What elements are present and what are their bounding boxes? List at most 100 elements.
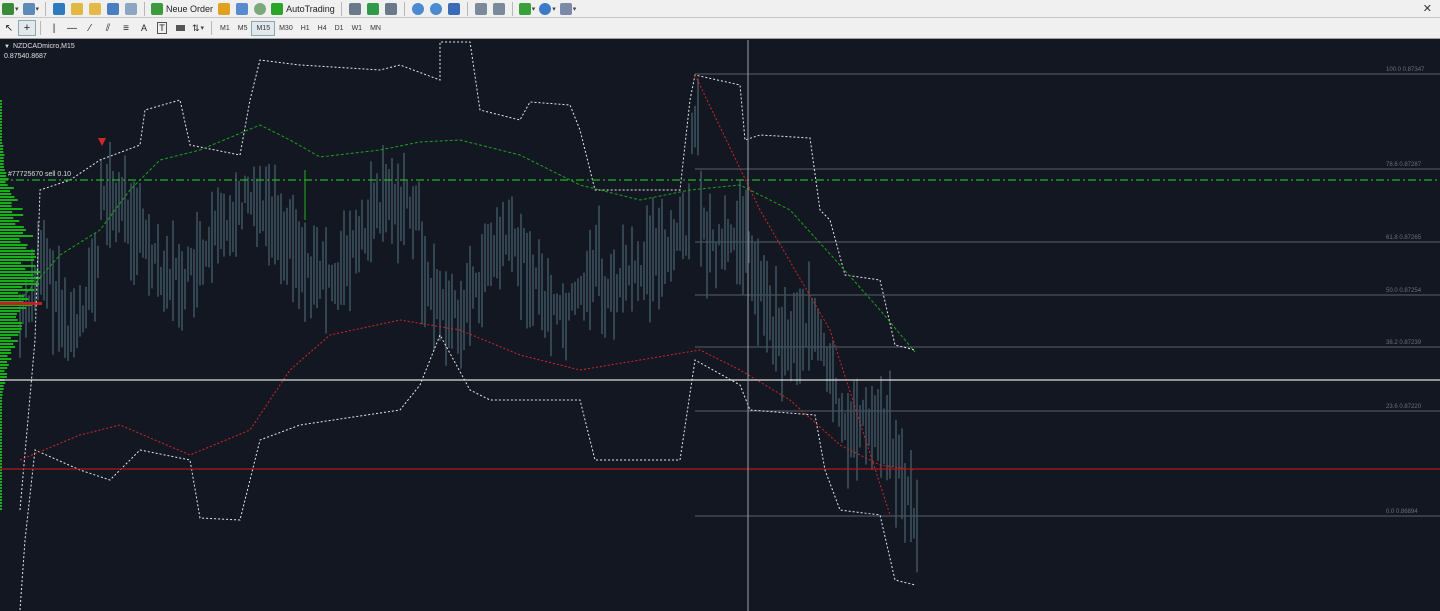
- volume-profile-bar: [0, 388, 4, 390]
- volume-profile-bar: [0, 196, 15, 198]
- horizontal-line-button[interactable]: —: [63, 20, 81, 36]
- volume-profile-bar: [0, 430, 2, 432]
- new-order-icon: [151, 2, 164, 15]
- volume-profile-bar: [0, 145, 4, 147]
- chart-window[interactable]: 100.0 0.87347 78.6 0.87287 61.8 0.87265 50.…: [0, 40, 1440, 611]
- new-chart-button[interactable]: ▾: [0, 1, 21, 17]
- red-ma-line: [19, 319, 916, 471]
- templates-icon: [559, 2, 572, 15]
- autotrading-label: AutoTrading: [286, 3, 335, 14]
- periods-button[interactable]: ▾: [537, 1, 558, 17]
- volume-profile-bar: [0, 373, 8, 375]
- navigator-button[interactable]: [68, 1, 86, 17]
- market-button[interactable]: [251, 1, 269, 17]
- tile-windows-icon: [447, 2, 460, 15]
- autotrading-button[interactable]: AutoTrading: [269, 1, 337, 17]
- sell-arrow-icon: [98, 138, 106, 146]
- volume-profile-bar: [0, 322, 23, 324]
- price-chart[interactable]: 100.0 0.87347 78.6 0.87287 61.8 0.87265 50.…: [0, 40, 1440, 611]
- volume-profile-bar: [0, 376, 7, 378]
- metaeditor-button[interactable]: [215, 1, 233, 17]
- volume-profile-bar: [0, 187, 14, 189]
- timeframe-bar: M1 M5 M15 M30 H1 H4 D1 W1 MN: [216, 20, 385, 36]
- volume-profile-bar: [0, 124, 2, 126]
- triangle-icon: ▼: [4, 43, 10, 50]
- fibonacci-button[interactable]: ≡: [117, 20, 135, 36]
- channel-button[interactable]: ⫽: [99, 20, 117, 36]
- volume-profile-bar: [0, 139, 2, 141]
- volume-profile-bar: [0, 478, 2, 480]
- timeframe-m30[interactable]: M30: [275, 21, 297, 36]
- templates-button[interactable]: ▾: [558, 1, 579, 17]
- volume-profile-bar: [0, 499, 2, 501]
- volume-profile-bar: [0, 400, 3, 402]
- volume-profile-bar: [0, 316, 16, 318]
- terminal-button[interactable]: [104, 1, 122, 17]
- chart-shift-button[interactable]: [490, 1, 508, 17]
- volume-profile-bar: [0, 334, 19, 336]
- timeframe-h4[interactable]: H4: [314, 21, 331, 36]
- volume-profile-bar: [0, 364, 9, 366]
- folder-star-icon: [89, 2, 102, 15]
- timeframe-d1[interactable]: D1: [331, 21, 348, 36]
- volume-profile-bar: [0, 256, 37, 258]
- volume-profile-bar: [0, 460, 2, 462]
- trendline-button[interactable]: ⁄: [81, 20, 99, 36]
- text-label-button[interactable]: T: [153, 20, 171, 36]
- volume-profile-bar: [0, 232, 23, 234]
- volume-profile-bar: [0, 427, 2, 429]
- timeframe-w1[interactable]: W1: [348, 21, 367, 36]
- tester-button[interactable]: [122, 1, 140, 17]
- line-chart-button[interactable]: [382, 1, 400, 17]
- channel-icon: ⫽: [105, 22, 111, 34]
- data-window-button[interactable]: [86, 1, 104, 17]
- crosshair-button[interactable]: +: [18, 20, 36, 36]
- timeframe-h1[interactable]: H1: [297, 21, 314, 36]
- zoom-out-button[interactable]: [427, 1, 445, 17]
- cursor-button[interactable]: ↖: [0, 20, 18, 36]
- volume-profile-bar: [0, 445, 2, 447]
- arrows-button[interactable]: ⇅ ▾: [189, 20, 207, 36]
- volume-profile-bar: [0, 412, 2, 414]
- toolbar-separator: [340, 1, 342, 16]
- volume-profile-bar: [0, 244, 28, 246]
- auto-scroll-icon: [474, 2, 487, 15]
- volume-profile-bar: [0, 277, 41, 279]
- timeframe-mn[interactable]: MN: [366, 21, 385, 36]
- zoom-in-button[interactable]: [409, 1, 427, 17]
- auto-scroll-button[interactable]: [472, 1, 490, 17]
- volume-profile-bar: [0, 268, 26, 270]
- main-toolbar: ▾ ▾ Neue Order AutoTrading ▾ ▾ ▾ ✕: [0, 0, 1440, 18]
- volume-profile-bar: [0, 484, 2, 486]
- volume-profile-bar: [0, 433, 2, 435]
- volume-profile-bar: [0, 415, 2, 417]
- signals-button[interactable]: [233, 1, 251, 17]
- volume-profile-bar: [0, 241, 21, 243]
- volume-profile-bar: [0, 202, 12, 204]
- bar-chart-button[interactable]: [346, 1, 364, 17]
- candlestick-button[interactable]: [364, 1, 382, 17]
- fib-level-label: 50.0 0.87254: [1386, 288, 1422, 294]
- rectangle-button[interactable]: [171, 20, 189, 36]
- market-watch-button[interactable]: [50, 1, 68, 17]
- volume-profile-bar: [0, 340, 18, 342]
- volume-profile-bar: [0, 142, 3, 144]
- lower-band-line: [19, 333, 916, 611]
- profiles-button[interactable]: ▾: [21, 1, 42, 17]
- neue-order-button[interactable]: Neue Order: [149, 1, 215, 17]
- timeframe-m1[interactable]: M1: [216, 21, 234, 36]
- magnifier-chart-icon: [125, 2, 138, 15]
- fib-level-label: 100.0 0.87347: [1386, 67, 1425, 73]
- timeframe-m5[interactable]: M5: [234, 21, 252, 36]
- tile-windows-button[interactable]: [445, 1, 463, 17]
- text-button[interactable]: A: [135, 20, 153, 36]
- vertical-line-button[interactable]: |: [45, 20, 63, 36]
- volume-profile-bar: [0, 298, 29, 300]
- indicators-button[interactable]: ▾: [517, 1, 538, 17]
- globe-icon: [254, 2, 267, 15]
- timeframe-m15[interactable]: M15: [251, 20, 276, 36]
- toolbar-separator: [144, 1, 146, 16]
- close-icon[interactable]: ✕: [1423, 2, 1432, 15]
- volume-profile-bar: [0, 175, 7, 177]
- volume-profile-bar: [0, 466, 2, 468]
